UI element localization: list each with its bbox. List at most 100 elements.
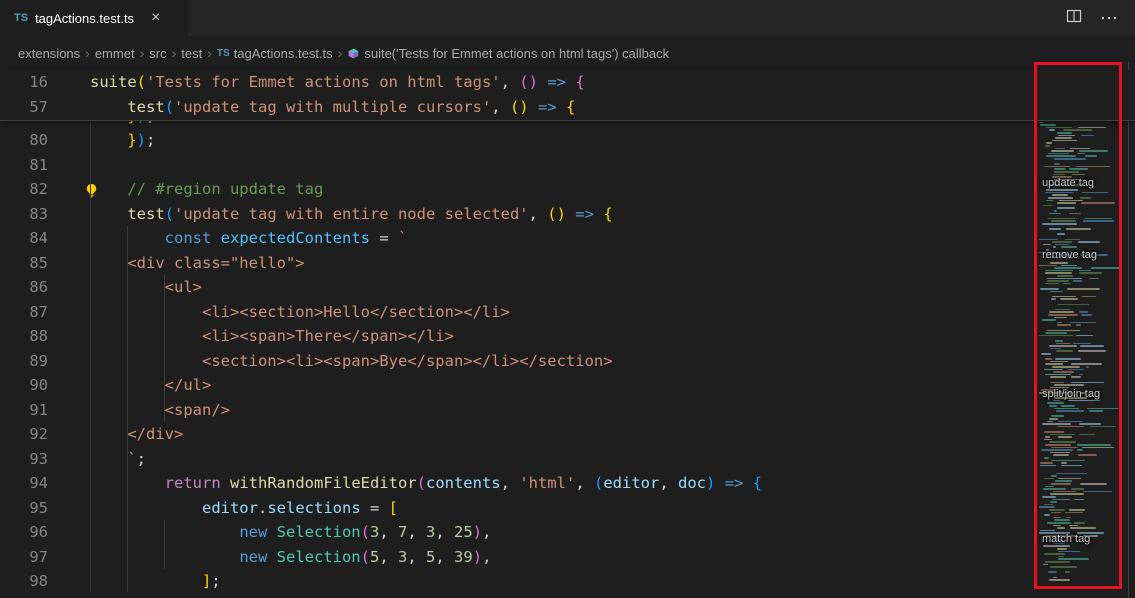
code-line[interactable]: 79 }); xyxy=(0,121,1135,128)
more-actions-icon[interactable]: ⋯ xyxy=(1100,8,1119,29)
sticky-scroll[interactable]: 16suite('Tests for Emmet actions on html… xyxy=(0,70,1135,121)
line-number[interactable]: 16 xyxy=(0,70,48,95)
line-number[interactable]: 86 xyxy=(0,275,48,300)
code-token: Selection xyxy=(277,523,361,541)
code-text: </div> xyxy=(48,422,183,447)
line-number[interactable]: 89 xyxy=(0,349,48,374)
line-number[interactable]: 82 xyxy=(0,177,48,202)
code-line[interactable]: 92 </div> xyxy=(0,422,1135,447)
code-area[interactable]: 80 });8182 // #region update tag83 test(… xyxy=(0,128,1135,594)
line-number[interactable]: 88 xyxy=(0,324,48,349)
breadcrumb: extensions › emmet › src › test › TS tag… xyxy=(0,36,1135,70)
code-token: selections xyxy=(267,499,360,517)
line-number[interactable]: 90 xyxy=(0,373,48,398)
breadcrumb-label: suite('Tests for Emmet actions on html t… xyxy=(364,46,669,61)
partially-scrolled-line[interactable]: 79 }); xyxy=(0,121,1135,128)
code-token: } xyxy=(127,121,136,125)
code-line[interactable]: 81 xyxy=(0,153,1135,178)
breadcrumb-item-symbol[interactable]: suite('Tests for Emmet actions on html t… xyxy=(347,46,669,61)
code-token: { xyxy=(753,474,762,492)
line-number[interactable]: 96 xyxy=(0,520,48,545)
code-token: , xyxy=(407,523,426,541)
code-text: editor.selections = [ xyxy=(48,496,398,521)
code-token xyxy=(90,98,127,116)
code-token xyxy=(715,474,724,492)
code-line[interactable]: 85 <div class="hello"> xyxy=(0,251,1135,276)
code-token: Selection xyxy=(277,548,361,566)
line-number[interactable]: 93 xyxy=(0,447,48,472)
code-token: ) xyxy=(473,523,482,541)
editor[interactable]: 16suite('Tests for Emmet actions on html… xyxy=(0,70,1135,598)
code-line[interactable]: 95 editor.selections = [ xyxy=(0,496,1135,521)
code-token: , xyxy=(659,474,678,492)
code-token: , xyxy=(501,474,520,492)
code-token: withRandomFileEditor xyxy=(230,474,417,492)
code-text xyxy=(48,153,90,178)
code-line[interactable]: 89 <section><li><span>Bye</span></li></s… xyxy=(0,349,1135,374)
breadcrumb-item-emmet[interactable]: emmet xyxy=(95,46,135,61)
sticky-line[interactable]: 57 test('update tag with multiple cursor… xyxy=(0,95,1135,120)
line-number[interactable]: 97 xyxy=(0,545,48,570)
chevron-right-icon: › xyxy=(207,45,212,61)
line-number[interactable]: 79 xyxy=(0,121,48,128)
code-token: <div class="hello"> xyxy=(90,254,305,272)
code-line[interactable]: 88 <li><span>There</span></li> xyxy=(0,324,1135,349)
breadcrumb-item-extensions[interactable]: extensions xyxy=(18,46,80,61)
sticky-line[interactable]: 16suite('Tests for Emmet actions on html… xyxy=(0,70,1135,95)
line-number[interactable]: 98 xyxy=(0,569,48,594)
split-editor-icon[interactable] xyxy=(1066,8,1082,29)
code-line[interactable]: 91 <span/> xyxy=(0,398,1135,423)
code-token xyxy=(90,205,127,223)
code-token xyxy=(90,121,127,125)
code-token: suite xyxy=(90,73,137,91)
code-token: expectedContents xyxy=(221,229,370,247)
scrollbar-track[interactable] xyxy=(1128,62,1129,598)
line-number[interactable]: 80 xyxy=(0,128,48,153)
line-number[interactable]: 81 xyxy=(0,153,48,178)
code-token: () xyxy=(510,98,529,116)
code-line[interactable]: 93 `; xyxy=(0,447,1135,472)
code-token: , xyxy=(529,205,548,223)
code-token: new xyxy=(239,548,267,566)
code-line[interactable]: 98 ]; xyxy=(0,569,1135,594)
line-number[interactable]: 85 xyxy=(0,251,48,276)
code-line[interactable]: 97 new Selection(5, 3, 5, 39), xyxy=(0,545,1135,570)
code-text: const expectedContents = ` xyxy=(48,226,407,251)
breadcrumb-item-src[interactable]: src xyxy=(149,46,166,61)
code-token xyxy=(90,499,202,517)
code-token: => xyxy=(725,474,744,492)
code-token: ; xyxy=(137,450,146,468)
code-line[interactable]: 86 <ul> xyxy=(0,275,1135,300)
code-token: 5 xyxy=(370,548,379,566)
line-number[interactable]: 57 xyxy=(0,95,48,120)
line-number[interactable]: 83 xyxy=(0,202,48,227)
line-number[interactable]: 84 xyxy=(0,226,48,251)
close-icon[interactable]: × xyxy=(151,10,160,26)
line-number[interactable]: 91 xyxy=(0,398,48,423)
code-text: </ul> xyxy=(48,373,211,398)
code-token: <span/> xyxy=(90,401,230,419)
code-line[interactable]: 80 }); xyxy=(0,128,1135,153)
code-token: 'html' xyxy=(519,474,575,492)
line-number[interactable]: 94 xyxy=(0,471,48,496)
indent-guide xyxy=(90,122,91,592)
tab-tagactions-test[interactable]: TS tagActions.test.ts × xyxy=(0,0,188,36)
line-number[interactable]: 95 xyxy=(0,496,48,521)
code-line[interactable]: 82 // #region update tag xyxy=(0,177,1135,202)
code-line[interactable]: 90 </ul> xyxy=(0,373,1135,398)
code-line[interactable]: 94 return withRandomFileEditor(contents,… xyxy=(0,471,1135,496)
lightbulb-icon[interactable] xyxy=(84,181,100,197)
code-line[interactable]: 84 const expectedContents = ` xyxy=(0,226,1135,251)
line-number[interactable]: 92 xyxy=(0,422,48,447)
breadcrumb-item-test[interactable]: test xyxy=(181,46,202,61)
breadcrumb-label: tagActions.test.ts xyxy=(234,46,333,61)
code-token: , xyxy=(379,548,398,566)
code-line[interactable]: 87 <li><section>Hello</section></li> xyxy=(0,300,1135,325)
line-number[interactable]: 87 xyxy=(0,300,48,325)
code-token xyxy=(211,229,220,247)
code-line[interactable]: 96 new Selection(3, 7, 3, 25), xyxy=(0,520,1135,545)
code-text: <li><section>Hello</section></li> xyxy=(48,300,510,325)
editor-actions: ⋯ xyxy=(1066,0,1135,36)
code-line[interactable]: 83 test('update tag with entire node sel… xyxy=(0,202,1135,227)
breadcrumb-item-file[interactable]: TS tagActions.test.ts xyxy=(217,46,333,61)
